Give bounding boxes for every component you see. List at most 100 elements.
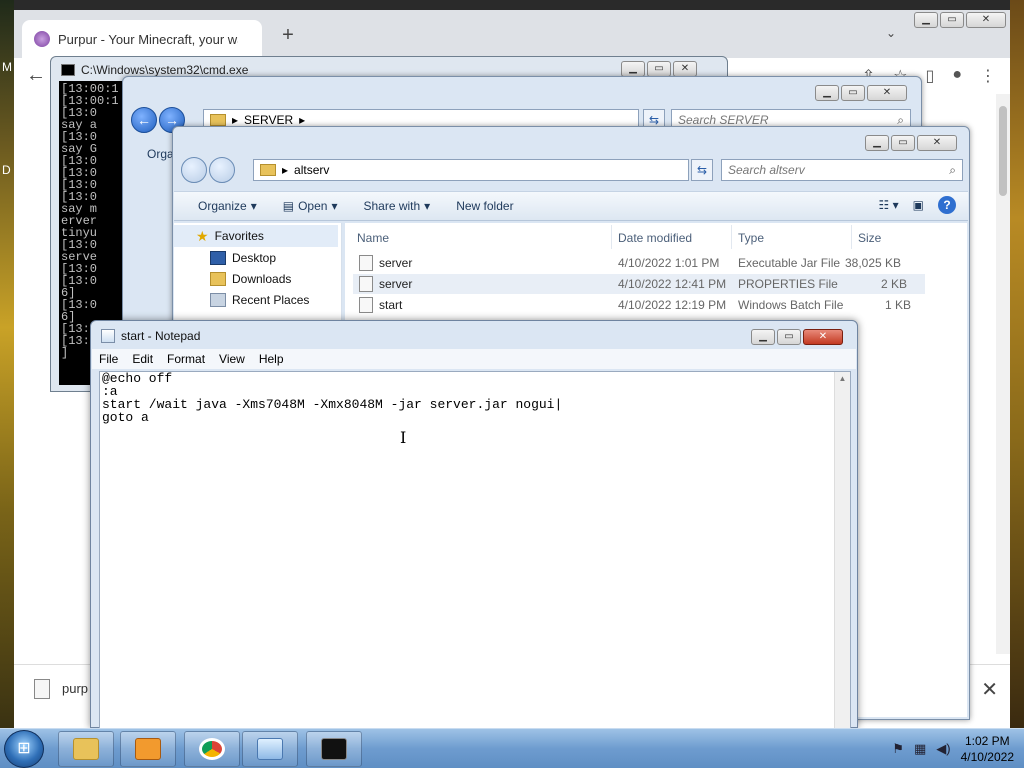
nav-item-downloads[interactable]: Downloads bbox=[210, 272, 291, 286]
network-icon[interactable]: ▦ bbox=[914, 741, 926, 757]
system-clock[interactable]: 1:02 PM 4/10/2022 bbox=[961, 733, 1014, 765]
back-arrow-icon[interactable]: ← bbox=[131, 107, 157, 133]
properties-file-icon bbox=[359, 276, 373, 292]
notepad-title-bar: start - Notepad bbox=[101, 329, 200, 343]
nav-item-recent-places[interactable]: Recent Places bbox=[210, 293, 309, 307]
chrome-tab[interactable]: Purpur - Your Minecraft, your wa bbox=[22, 20, 262, 58]
forward-arrow-icon[interactable] bbox=[209, 157, 235, 183]
menu-format[interactable]: Format bbox=[160, 349, 212, 369]
chrome-menu-icon[interactable]: ⋮ bbox=[980, 66, 996, 86]
chrome-tab-bar: Purpur - Your Minecraft, your wa + ⌄ ▁ ▭… bbox=[14, 10, 1010, 58]
column-header-size[interactable]: Size bbox=[858, 231, 881, 245]
side-panel-icon[interactable]: ▯ bbox=[926, 66, 935, 86]
notepad-content[interactable]: @echo off :a start /wait java -Xms7048M … bbox=[102, 372, 562, 424]
share-with-button[interactable]: Share with ▾ bbox=[355, 195, 438, 217]
download-bar-close-button[interactable]: ✕ bbox=[981, 677, 998, 702]
menu-file[interactable]: File bbox=[92, 349, 125, 369]
column-divider bbox=[731, 225, 732, 249]
file-name: server bbox=[379, 277, 413, 291]
nav-recent-places-label: Recent Places bbox=[232, 293, 310, 307]
open-button[interactable]: ▤ Open ▾ bbox=[275, 195, 346, 217]
chevron-down-icon: ▾ bbox=[331, 199, 338, 213]
taskbar-media-player-button[interactable] bbox=[120, 731, 176, 767]
column-header-name[interactable]: Name bbox=[357, 231, 389, 245]
file-date: 4/10/2022 12:41 PM bbox=[618, 277, 727, 291]
close-icon[interactable]: ✕ bbox=[966, 12, 1006, 28]
chevron-down-icon: ▾ bbox=[250, 199, 257, 213]
taskbar-explorer-button[interactable] bbox=[58, 731, 114, 767]
close-icon[interactable]: ✕ bbox=[673, 61, 697, 77]
open-label: Open bbox=[298, 199, 328, 213]
scroll-up-arrow-icon[interactable]: ▲ bbox=[835, 374, 850, 383]
start-button[interactable]: ⊞ bbox=[4, 730, 44, 768]
file-row[interactable]: start 4/10/2022 12:19 PM Windows Batch F… bbox=[353, 295, 925, 315]
new-folder-button[interactable]: New folder bbox=[448, 195, 521, 217]
organize-button[interactable]: Organize ▾ bbox=[190, 195, 265, 217]
preview-pane-icon[interactable]: ▣ bbox=[913, 198, 924, 212]
explorer-altserv-search-input[interactable]: Search altserv ⌕ bbox=[721, 159, 963, 181]
desktop-background-left bbox=[0, 0, 14, 728]
menu-view[interactable]: View bbox=[212, 349, 252, 369]
minimize-icon[interactable]: ▁ bbox=[865, 135, 889, 151]
media-player-icon bbox=[135, 738, 161, 760]
nav-item-desktop[interactable]: Desktop bbox=[210, 251, 276, 265]
nav-item-favorites[interactable]: ★ Favorites bbox=[174, 225, 338, 247]
close-icon[interactable]: ✕ bbox=[803, 329, 843, 345]
back-arrow-icon[interactable] bbox=[181, 157, 207, 183]
profile-avatar-icon[interactable]: ● bbox=[952, 66, 962, 86]
desktop-icon bbox=[210, 251, 226, 265]
maximize-icon[interactable]: ▭ bbox=[841, 85, 865, 101]
maximize-icon[interactable]: ▭ bbox=[647, 61, 671, 77]
notepad-text-area[interactable]: @echo off :a start /wait java -Xms7048M … bbox=[99, 371, 851, 729]
nav-desktop-label: Desktop bbox=[232, 251, 277, 265]
system-tray: ⚑ ▦ ◀) 1:02 PM 4/10/2022 bbox=[892, 733, 1014, 765]
notepad-icon bbox=[101, 329, 115, 343]
minimize-icon[interactable]: ▁ bbox=[815, 85, 839, 101]
volume-icon[interactable]: ◀) bbox=[936, 741, 950, 757]
cmd-window-controls: ▁ ▭ ✕ bbox=[621, 61, 697, 77]
clock-date: 4/10/2022 bbox=[960, 750, 1014, 764]
column-header-date-modified[interactable]: Date modified bbox=[618, 231, 692, 245]
clock-time: 1:02 PM bbox=[964, 734, 1010, 748]
maximize-icon[interactable]: ▭ bbox=[777, 329, 801, 345]
minimize-icon[interactable]: ▁ bbox=[751, 329, 775, 345]
chrome-icon bbox=[199, 738, 225, 760]
view-options-icon[interactable]: ☷ ▾ bbox=[879, 198, 899, 212]
chrome-scrollbar[interactable] bbox=[996, 94, 1010, 654]
folder-icon bbox=[73, 738, 99, 760]
chrome-tab-title: Purpur - Your Minecraft, your wa bbox=[58, 31, 238, 47]
menu-help[interactable]: Help bbox=[252, 349, 291, 369]
refresh-icon[interactable]: ⇆ bbox=[691, 159, 713, 181]
back-button[interactable]: ← bbox=[26, 64, 46, 87]
notepad-window: start - Notepad ▁ ▭ ✕ File Edit Format V… bbox=[90, 320, 858, 729]
minimize-icon[interactable]: ▁ bbox=[914, 12, 938, 28]
new-tab-button[interactable]: + bbox=[276, 24, 300, 48]
scroll-thumb[interactable] bbox=[999, 106, 1007, 196]
close-icon[interactable]: ✕ bbox=[917, 135, 957, 151]
breadcrumb-server[interactable]: SERVER bbox=[244, 113, 293, 127]
star-icon: ★ bbox=[196, 227, 209, 244]
help-icon[interactable]: ? bbox=[938, 196, 956, 214]
file-type: PROPERTIES File bbox=[738, 277, 838, 291]
taskbar-cmd-button[interactable] bbox=[306, 731, 362, 767]
explorer-altserv-address-bar[interactable]: ▸ altserv bbox=[253, 159, 689, 181]
menu-edit[interactable]: Edit bbox=[125, 349, 160, 369]
maximize-icon[interactable]: ▭ bbox=[891, 135, 915, 151]
notepad-vertical-scrollbar[interactable]: ▲ bbox=[834, 372, 850, 728]
minimize-icon[interactable]: ▁ bbox=[621, 61, 645, 77]
action-center-flag-icon[interactable]: ⚑ bbox=[892, 741, 904, 757]
file-row[interactable]: server 4/10/2022 12:41 PM PROPERTIES Fil… bbox=[353, 274, 925, 294]
tab-search-button[interactable]: ⌄ bbox=[886, 26, 896, 40]
explorer-command-bar: Organize ▾ ▤ Open ▾ Share with ▾ New folder … bbox=[174, 191, 968, 221]
file-row[interactable]: server 4/10/2022 1:01 PM Executable Jar … bbox=[353, 253, 925, 273]
column-header-type[interactable]: Type bbox=[738, 231, 764, 245]
download-item-name[interactable]: purp bbox=[62, 681, 88, 696]
file-date: 4/10/2022 1:01 PM bbox=[618, 256, 720, 270]
breadcrumb-altserv[interactable]: altserv bbox=[294, 163, 329, 177]
taskbar-chrome-button[interactable] bbox=[184, 731, 240, 767]
organize-label: Organize bbox=[198, 199, 247, 213]
explorer-server-organize-partial[interactable]: Orga bbox=[147, 147, 174, 161]
maximize-icon[interactable]: ▭ bbox=[940, 12, 964, 28]
taskbar-notepad-button[interactable] bbox=[242, 731, 298, 767]
close-icon[interactable]: ✕ bbox=[867, 85, 907, 101]
